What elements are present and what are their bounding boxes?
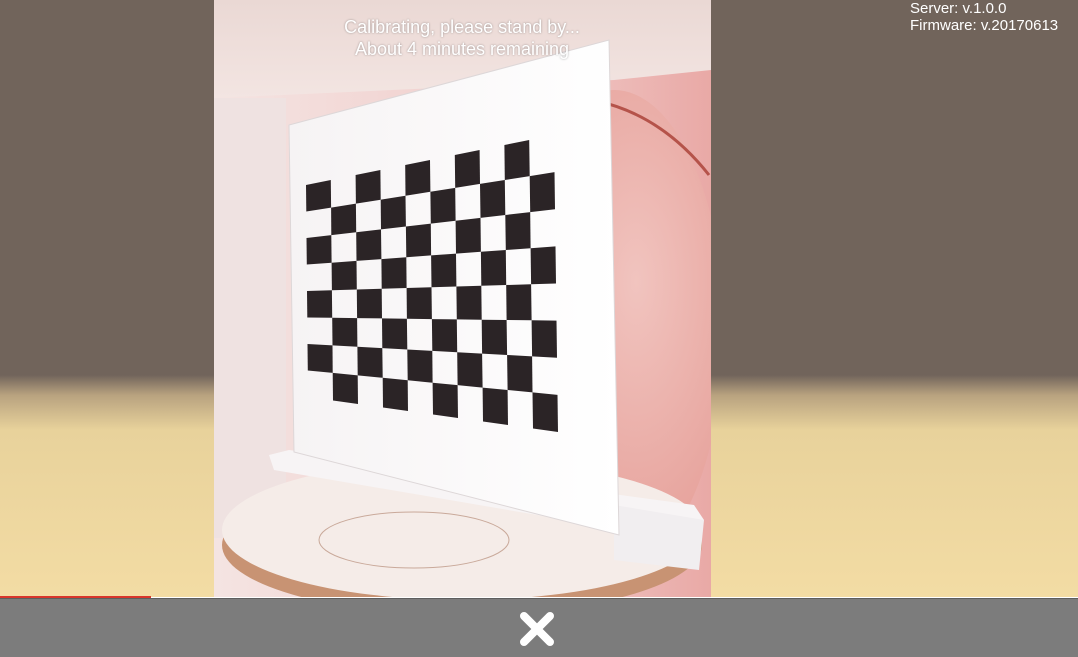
checker-square [507,355,533,393]
checker-square [505,212,531,250]
checker-square [532,392,558,432]
checker-square [531,320,557,358]
checker-square [480,250,507,286]
checker-square [504,140,530,180]
checker-square [482,387,508,425]
close-icon[interactable] [517,609,557,649]
checker-square [380,195,406,230]
checker-square [430,187,456,224]
checker-square [356,229,382,261]
checker-square [306,235,332,265]
checker-square [407,349,433,383]
checker-square [355,170,381,204]
calibration-screen: Calibrating, please stand by... About 4 … [0,0,1078,657]
server-version: Server: v.1.0.0 [910,0,1007,17]
checker-square [457,352,483,388]
checker-square [381,257,407,289]
checker-square [307,290,333,318]
checker-square [332,372,358,404]
checker-square [356,288,382,319]
checker-square [506,284,532,321]
checker-square [454,150,480,188]
status-title: Calibrating, please stand by... [344,17,580,37]
checker-square [480,180,506,218]
checker-square [529,172,555,213]
checker-square [405,223,432,258]
checker-square [331,203,357,236]
checker-square [405,160,431,196]
checker-square [431,253,457,288]
version-info: Server: v.1.0.0 Firmware: v.20170613 [910,0,1058,34]
checker-square [307,344,333,373]
camera-image [214,0,711,597]
checker-square [382,318,408,350]
checker-square [456,285,482,320]
checker-square [455,217,481,254]
checker-square [331,260,357,291]
checker-square [432,382,458,418]
firmware-version: Firmware: v.20170613 [910,17,1059,34]
camera-feed [214,0,711,597]
checker-square [530,246,556,285]
status-time-remaining: About 4 minutes remaining [354,39,570,59]
checker-square [382,377,408,411]
checker-square [306,180,332,212]
checker-square [332,317,358,347]
status-overlay: Calibrating, please stand by... About 4 … [138,16,786,60]
bottom-toolbar [0,598,1078,657]
checker-square [406,287,432,320]
checker-square [357,346,383,378]
close-button[interactable] [517,609,557,649]
checker-square [431,319,458,353]
checker-square [481,319,508,355]
